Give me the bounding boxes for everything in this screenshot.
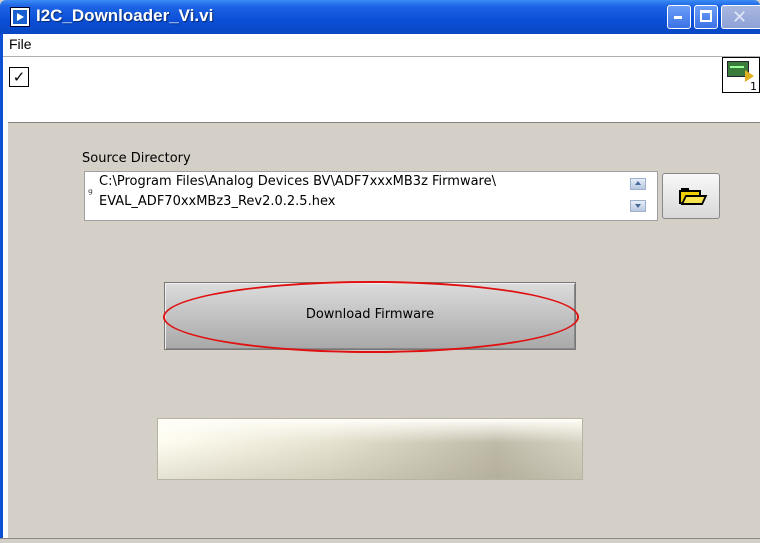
path-scrollbar[interactable]	[626, 176, 650, 216]
download-firmware-label: Download Firmware	[305, 307, 435, 322]
run-button[interactable]: ✓	[9, 67, 29, 87]
browse-button[interactable]	[662, 173, 720, 219]
menu-file[interactable]: File	[9, 36, 32, 52]
status-indicator	[157, 418, 583, 480]
maximize-icon	[700, 10, 712, 22]
minimize-button[interactable]	[667, 5, 691, 29]
download-firmware-button[interactable]: Download Firmware	[164, 282, 576, 350]
maximize-button[interactable]	[694, 5, 718, 29]
source-directory-label: Source Directory	[82, 151, 191, 166]
labview-vi-icon	[10, 7, 30, 27]
minimize-icon	[674, 16, 682, 19]
window-title: I2C_Downloader_Vi.vi	[36, 6, 214, 25]
menu-bar: File	[3, 34, 760, 57]
scroll-up-icon[interactable]	[630, 178, 646, 190]
scroll-down-icon[interactable]	[630, 200, 646, 212]
path-type-icon: ᵍ	[88, 186, 93, 200]
checkmark-icon: ✓	[12, 68, 26, 86]
close-icon: ✕	[732, 7, 748, 28]
vi-icon-number: 1	[750, 80, 757, 93]
path-line-2: EVAL_ADF70xxMBz3_Rev2.0.2.5.hex	[99, 194, 336, 209]
toolbar: ✓ 1	[3, 57, 760, 117]
path-line-1: C:\Program Files\Analog Devices BV\ADF7x…	[99, 174, 496, 189]
title-bar[interactable]: I2C_Downloader_Vi.vi ✕	[0, 0, 760, 34]
folder-open-icon	[679, 188, 708, 205]
source-path-input[interactable]: ᵍ C:\Program Files\Analog Devices BV\ADF…	[84, 171, 658, 221]
window-bottom-edge	[0, 538, 760, 543]
close-button[interactable]: ✕	[721, 5, 760, 29]
vi-connector-icon[interactable]: 1	[722, 57, 760, 93]
